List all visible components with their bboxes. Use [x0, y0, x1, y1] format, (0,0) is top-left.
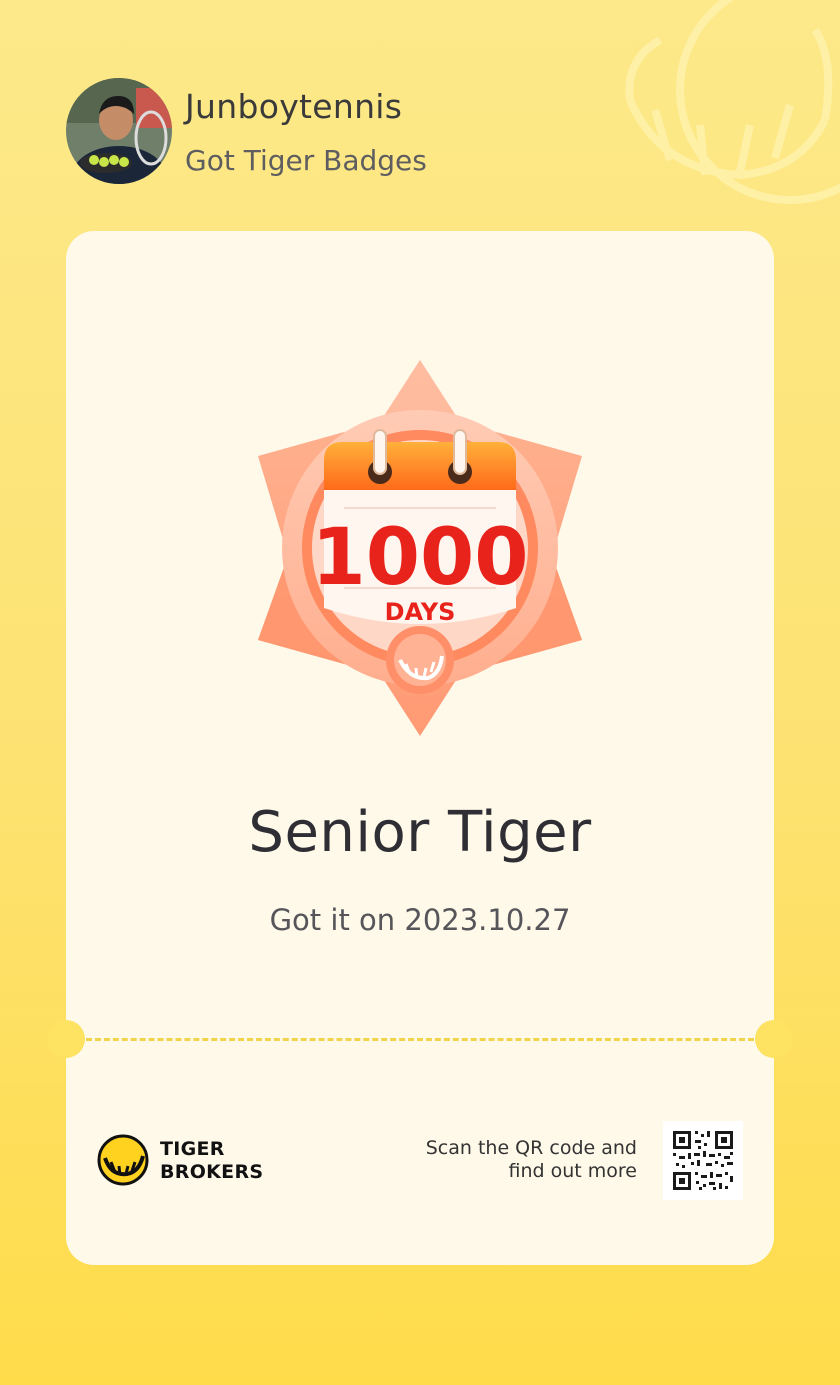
brand-line-2: BROKERS: [160, 1161, 264, 1183]
qr-code[interactable]: [663, 1121, 743, 1200]
scan-line-2: find out more: [508, 1160, 637, 1182]
avatar: [66, 78, 172, 184]
qr-code-icon: [673, 1131, 733, 1190]
tiger-brokers-logo-icon: [97, 1134, 149, 1186]
badge-count-text: 1000: [311, 513, 528, 603]
avatar-photo-icon: [66, 78, 172, 184]
ticket-notch-left: [47, 1020, 85, 1058]
share-subtitle: Got Tiger Badges: [185, 144, 427, 177]
username: Junboytennis: [185, 87, 403, 126]
brand-line-1: TIGER: [160, 1138, 225, 1160]
badge-date: Got it on 2023.10.27: [269, 903, 571, 937]
badge-unit-text: DAYS: [385, 598, 456, 626]
badge-title: Senior Tiger: [248, 800, 592, 865]
ticket-notch-right: [755, 1020, 793, 1058]
scan-line-1: Scan the QR code and: [425, 1137, 637, 1159]
dashed-divider: [86, 1038, 754, 1041]
share-header: Junboytennis Got Tiger Badges: [66, 78, 766, 188]
scan-caption: Scan the QR code and find out more: [426, 1137, 637, 1183]
calendar-1000-days-badge-icon: 1000 DAYS: [258, 360, 582, 736]
brand-name: TIGER BROKERS: [160, 1138, 263, 1184]
